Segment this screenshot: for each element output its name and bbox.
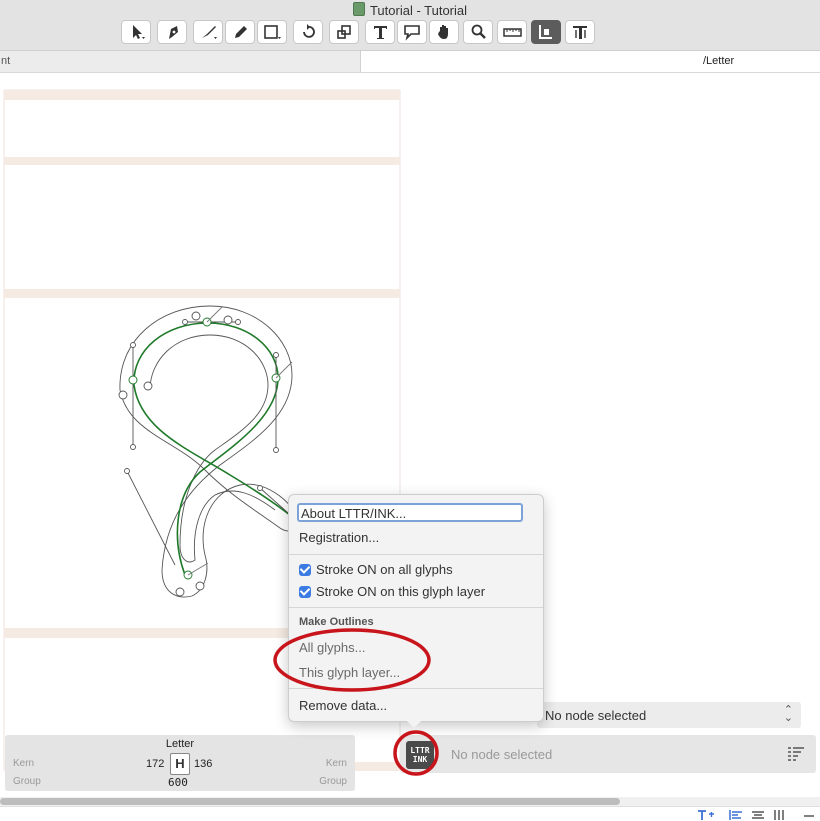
annotation-overlay [273, 628, 439, 776]
text-size-icon[interactable] [697, 810, 715, 820]
align-left-icon[interactable] [729, 810, 743, 820]
scrollbar-thumb[interactable] [0, 798, 620, 805]
highlight-ring-make-outlines [273, 628, 431, 692]
highlight-ring-plugin-icon [393, 730, 439, 776]
columns-icon[interactable] [773, 810, 787, 820]
minus-icon[interactable] [803, 810, 815, 820]
horizontal-scrollbar[interactable] [0, 797, 820, 806]
bottom-toolbar [0, 806, 820, 821]
align-center-icon[interactable] [751, 810, 765, 820]
